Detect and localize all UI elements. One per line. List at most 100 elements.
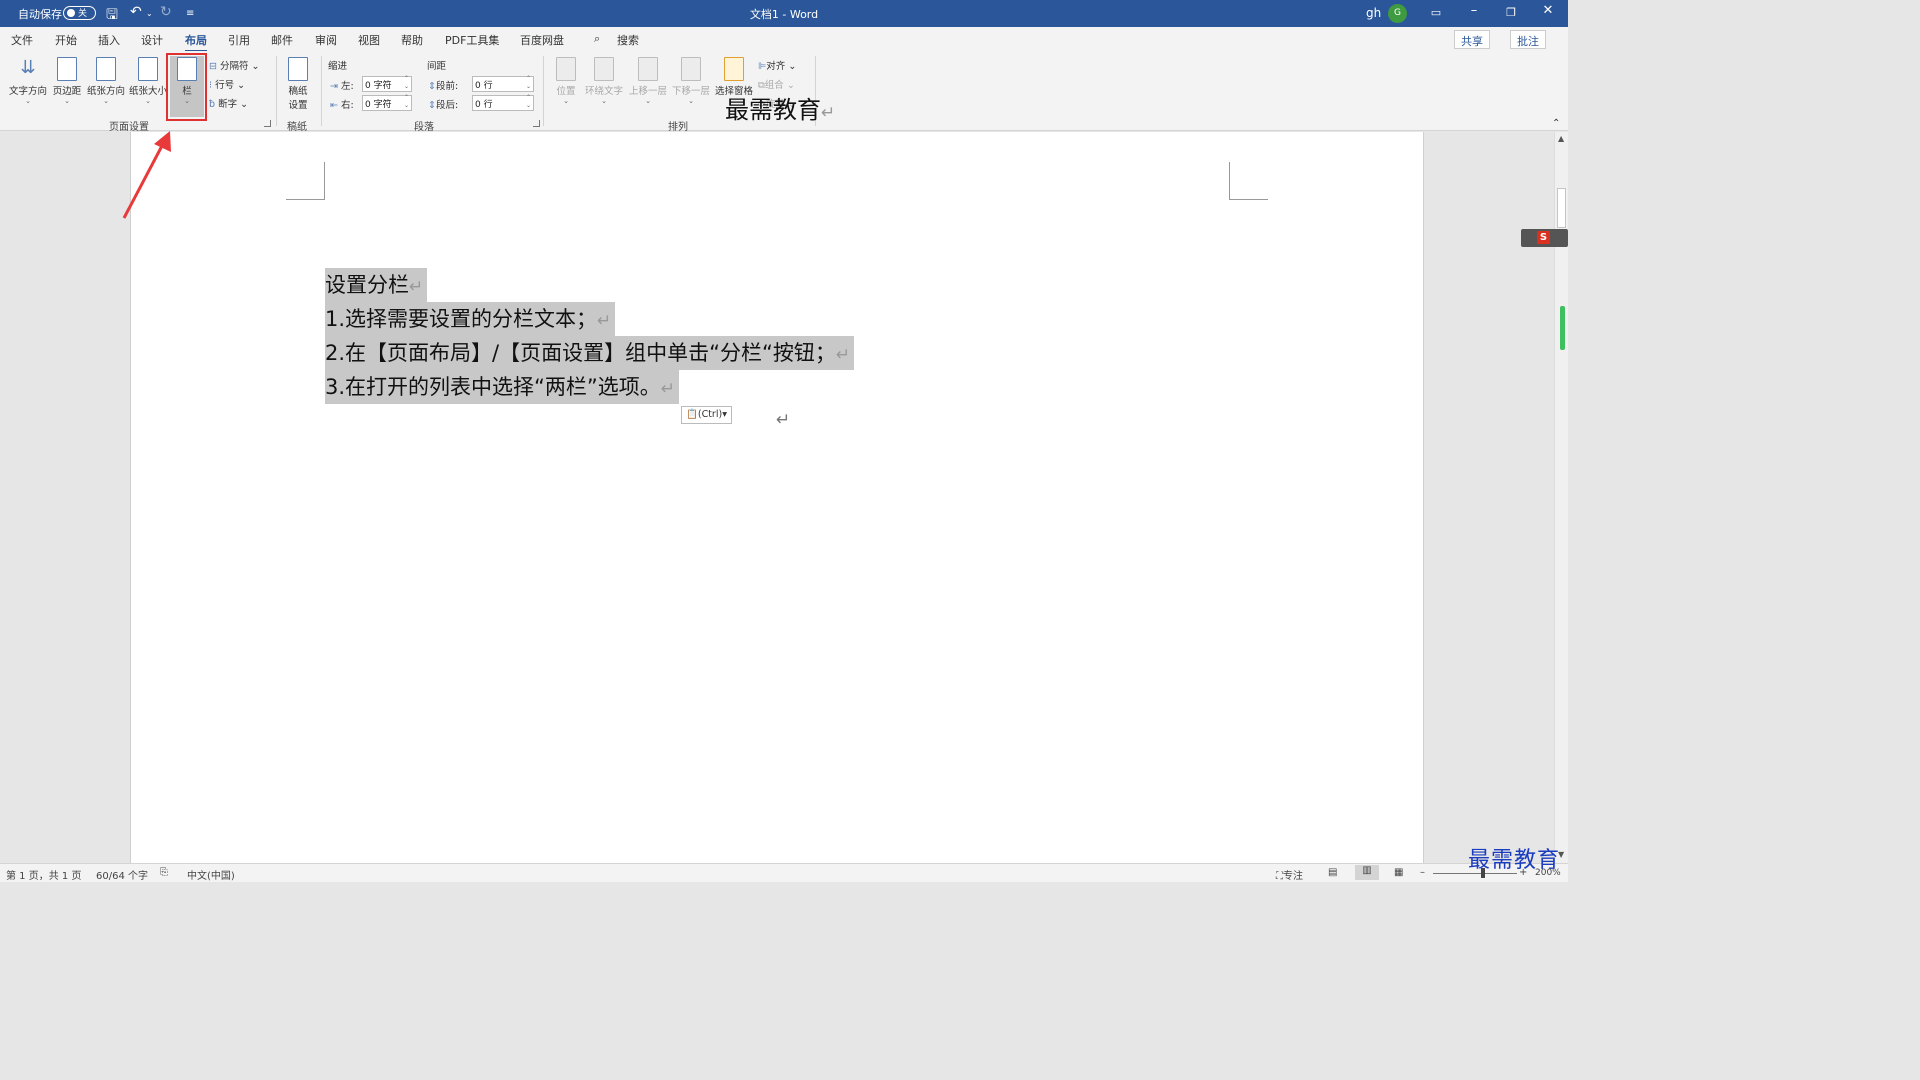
indent-left-input[interactable]: 0 字符	[362, 75, 412, 92]
paragraph-group-label: 段落	[414, 122, 434, 133]
paragraph-launcher-icon[interactable]	[533, 120, 540, 127]
text-direction-label: 文字方向	[8, 86, 47, 97]
spacing-after-label: ⇕段后:	[428, 97, 458, 111]
tab-references[interactable]: 引用	[228, 32, 250, 48]
group-separator	[321, 56, 322, 126]
language[interactable]: 中文(中国)	[187, 867, 235, 882]
tab-pdf-tools[interactable]: PDF工具集	[445, 32, 499, 48]
paragraph-3[interactable]: 2.在【页面布局】/【页面设置】组中单击“分栏“按钮；↵	[325, 336, 855, 370]
group-button[interactable]: ⧉组合 ⌄	[758, 77, 795, 91]
size-label: 纸张大小	[128, 86, 167, 97]
spacing-after-text: 段后:	[435, 100, 459, 111]
zoom-out-icon[interactable]: –	[1420, 867, 1425, 878]
print-layout-icon[interactable]: ▥	[1355, 865, 1379, 880]
ribbon-display-icon[interactable]: ▭	[1421, 6, 1451, 19]
indent-right-input[interactable]: 0 字符	[362, 94, 412, 111]
hyphenation-button[interactable]: ƀ 断字 ⌄	[209, 96, 248, 110]
align-button[interactable]: ⊫对齐 ⌄	[758, 58, 796, 72]
paragraph-mark-icon: ↵	[835, 345, 851, 365]
tab-layout[interactable]: 布局	[185, 32, 207, 52]
margins-button[interactable]: 页边距 ⌄	[51, 57, 83, 105]
focus-button[interactable]: ⛶专注	[1276, 867, 1303, 882]
orientation-button[interactable]: 纸张方向 ⌄	[85, 57, 127, 105]
collapse-ribbon-icon[interactable]: ⌃	[1552, 118, 1560, 129]
paragraph-text: 1.选择需要设置的分栏文本；	[325, 307, 598, 331]
indent-right-text: 右:	[341, 100, 354, 111]
close-icon[interactable]: ✕	[1533, 3, 1563, 18]
indent-left-text: 左:	[341, 81, 354, 92]
paragraph-mark-icon: ↵	[776, 410, 791, 430]
tab-file[interactable]: 文件	[11, 32, 33, 48]
tab-mailings[interactable]: 邮件	[271, 32, 293, 48]
tab-view[interactable]: 视图	[358, 32, 380, 48]
indent-right-icon: ⇤	[330, 100, 338, 111]
chevron-down-icon: ⌄	[145, 97, 151, 105]
side-indicator	[1560, 306, 1565, 350]
size-button[interactable]: 纸张大小 ⌄	[128, 57, 168, 105]
spacing-after-input[interactable]: 0 行	[472, 94, 534, 111]
paste-options-button[interactable]: 📋(Ctrl)▾	[681, 406, 732, 424]
comments-button[interactable]: 批注	[1510, 30, 1546, 49]
paragraph-2[interactable]: 1.选择需要设置的分栏文本；↵	[325, 302, 616, 336]
page[interactable]	[130, 132, 1424, 863]
chevron-down-icon: ⌄	[103, 97, 109, 105]
comments-label: 批注	[1517, 35, 1539, 48]
align-label: 对齐	[766, 61, 786, 72]
breaks-icon: ⊟	[209, 61, 217, 72]
restore-icon[interactable]: ❐	[1496, 6, 1526, 19]
scroll-up-icon[interactable]: ▲	[1558, 134, 1564, 143]
margins-icon	[57, 57, 77, 81]
document-heading[interactable]: 最需教育↵	[725, 90, 835, 125]
manuscript-setting-label: 稿纸 设置	[288, 86, 308, 111]
spacing-before-text: 段前:	[435, 81, 459, 92]
wrap-text-icon	[594, 57, 614, 81]
scroll-thumb[interactable]	[1557, 188, 1566, 228]
avatar[interactable]: G	[1388, 4, 1407, 23]
paragraph-1[interactable]: 设置分栏↵	[325, 268, 428, 302]
web-layout-icon[interactable]: ▦	[1394, 867, 1403, 878]
paragraph-mark-icon: ↵	[660, 379, 676, 399]
manuscript-setting-button[interactable]: 稿纸 设置	[284, 57, 312, 111]
paragraph-mark-icon: ↵	[597, 311, 612, 331]
spacing-before-icon: ⇕	[428, 81, 436, 92]
chevron-down-icon: ⌄	[25, 97, 31, 105]
user-name[interactable]: gh	[1366, 6, 1381, 20]
search-icon[interactable]: ⌕	[594, 32, 600, 46]
ime-toolbar[interactable]: S	[1521, 229, 1568, 247]
hyphenation-label: 断字	[218, 99, 238, 110]
share-button[interactable]: 共享	[1454, 30, 1490, 49]
page-setup-launcher-icon[interactable]	[264, 120, 271, 127]
paragraph-4[interactable]: 3.在打开的列表中选择“两栏”选项。↵	[325, 370, 680, 404]
send-backward-button[interactable]: 下移一层 ⌄	[670, 57, 712, 105]
tab-baidu-netdisk[interactable]: 百度网盘	[520, 32, 564, 48]
size-icon	[138, 57, 158, 81]
arrange-group-label: 排列	[668, 122, 688, 133]
bring-forward-icon	[638, 57, 658, 81]
spacing-before-input[interactable]: 0 行	[472, 75, 534, 92]
paragraph-text: 设置分栏	[325, 273, 409, 297]
tab-home[interactable]: 开始	[55, 32, 77, 48]
tab-insert[interactable]: 插入	[98, 32, 120, 48]
tab-design[interactable]: 设计	[141, 32, 163, 48]
document-area	[0, 132, 1568, 863]
text-direction-button[interactable]: ⇊ 文字方向 ⌄	[7, 57, 49, 105]
breaks-button[interactable]: ⊟ 分隔符 ⌄	[209, 58, 260, 72]
search-box[interactable]: 搜索	[617, 32, 639, 48]
minimize-icon[interactable]: –	[1459, 3, 1489, 18]
position-button[interactable]: 位置 ⌄	[552, 57, 580, 105]
tab-help[interactable]: 帮助	[401, 32, 423, 48]
wrap-text-button[interactable]: 环绕文字 ⌄	[583, 57, 625, 105]
tab-review[interactable]: 审阅	[315, 32, 337, 48]
paragraph-mark-icon: ↵	[409, 277, 424, 297]
document-title: 文档1 - Word	[749, 8, 819, 21]
chevron-down-icon: ⌄	[563, 97, 569, 105]
word-count[interactable]: 60/64 个字	[96, 867, 148, 882]
read-mode-icon[interactable]: ▤	[1328, 867, 1337, 878]
line-numbers-button[interactable]: ⁝ 行号 ⌄	[209, 77, 245, 91]
bring-forward-button[interactable]: 上移一层 ⌄	[627, 57, 669, 105]
indent-left-icon: ⇥	[330, 81, 338, 92]
sogou-ime-icon[interactable]: S	[1537, 231, 1550, 244]
page-count[interactable]: 第 1 页，共 1 页	[6, 867, 81, 882]
proofing-icon[interactable]: ⎘	[160, 867, 168, 878]
position-icon	[556, 57, 576, 81]
